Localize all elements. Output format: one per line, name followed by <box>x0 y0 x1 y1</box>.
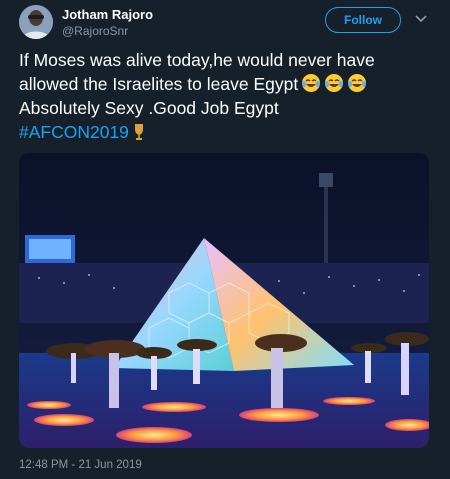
hashtag-link[interactable]: #AFCON2019 <box>19 122 129 142</box>
user-handle[interactable]: @RajoroSnr <box>62 24 128 38</box>
tweet-card: Jotham Rajoro @RajoroSnr Follow If Moses… <box>0 0 450 479</box>
follow-button[interactable]: Follow <box>325 7 401 33</box>
tweet-text: If Moses was alive today,he would never … <box>19 48 444 144</box>
avatar[interactable] <box>19 5 53 39</box>
face-with-tears-of-joy-icon <box>348 74 367 92</box>
tweet-text-line-3: Absolutely Sexy .Good Job Egypt <box>19 98 279 118</box>
tweet-text-line-2: allowed the Israelites to leave Egypt <box>19 72 444 96</box>
display-name[interactable]: Jotham Rajoro <box>62 7 153 22</box>
trophy-icon <box>134 124 143 140</box>
stadium-photo-image <box>19 153 429 448</box>
face-with-tears-of-joy-icon <box>302 74 321 92</box>
tweet-text-line-1: If Moses was alive today,he would never … <box>19 50 375 70</box>
face-with-tears-of-joy-icon <box>325 74 344 92</box>
tweet-text-line-4: #AFCON2019 <box>19 120 444 144</box>
tweet-text-line-2-text: allowed the Israelites to leave Egypt <box>19 74 299 94</box>
tweet-timestamp[interactable]: 12:48 PM - 21 Jun 2019 <box>19 459 142 471</box>
chevron-down-icon[interactable] <box>414 12 428 26</box>
avatar-image <box>19 5 53 39</box>
tweet-photo[interactable] <box>19 153 429 448</box>
